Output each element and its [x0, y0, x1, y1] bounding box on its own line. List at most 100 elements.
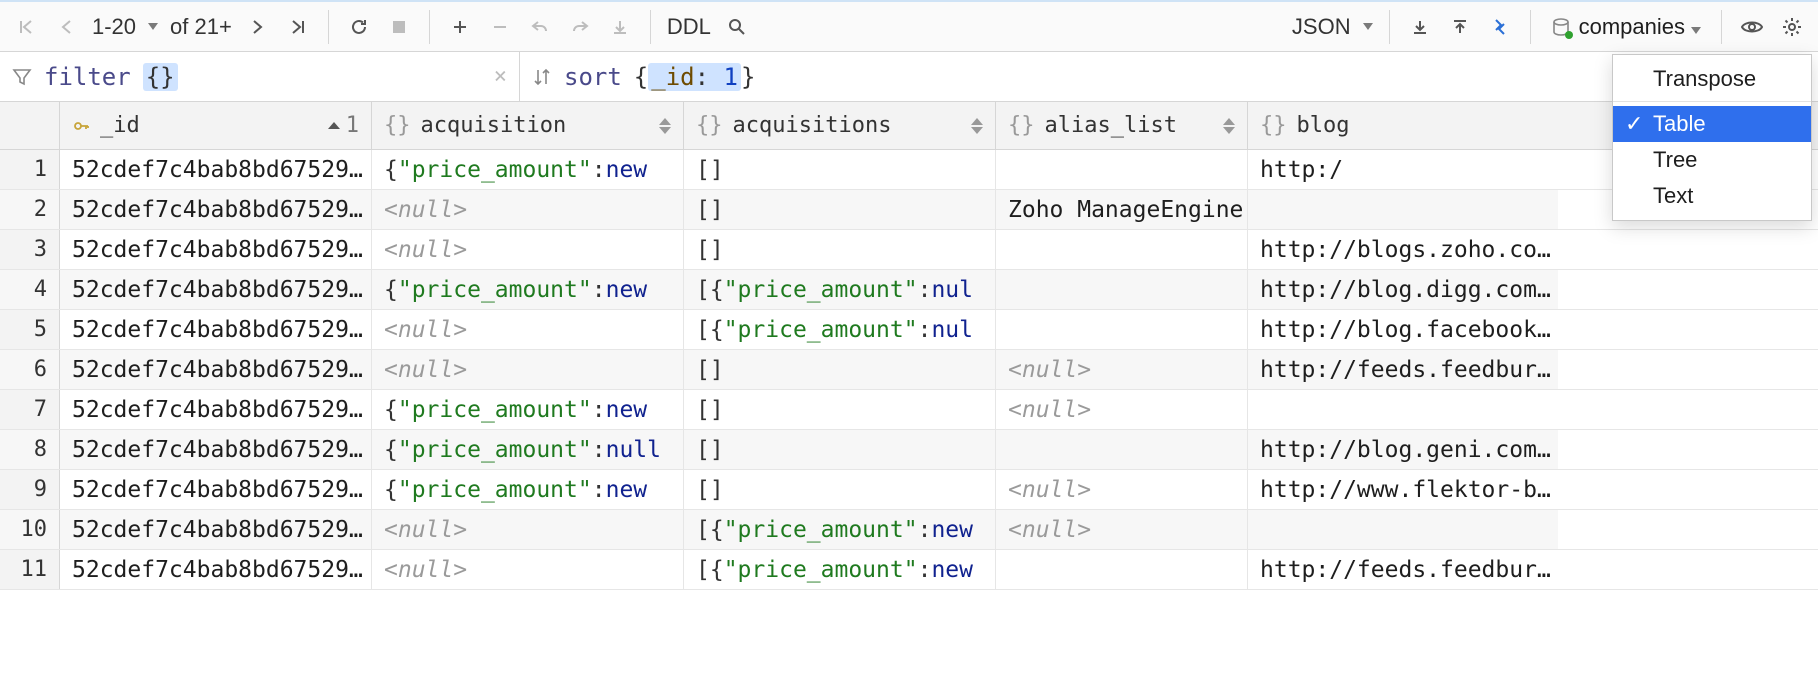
cell-alias-list[interactable] — [996, 150, 1248, 189]
cell-blog[interactable]: http://feeds.feedbur… — [1248, 350, 1558, 389]
import-button[interactable] — [1440, 7, 1480, 47]
row-number: 2 — [0, 190, 60, 229]
redo-button[interactable] — [560, 7, 600, 47]
table-row[interactable]: 1052cdef7c4bab8bd67529…<null>[{"price_am… — [0, 510, 1818, 550]
cell-alias-list[interactable] — [996, 310, 1248, 349]
cell-alias-list[interactable]: <null> — [996, 390, 1248, 429]
cell-blog[interactable]: http://blogs.zoho.co… — [1248, 230, 1558, 269]
cell-alias-list[interactable]: <null> — [996, 350, 1248, 389]
cell-alias-list[interactable]: Zoho ManageEngine — [996, 190, 1248, 229]
stop-button[interactable] — [379, 7, 419, 47]
datasource-select[interactable]: companies — [1541, 7, 1711, 47]
cell-id[interactable]: 52cdef7c4bab8bd67529… — [60, 430, 372, 469]
cell-id[interactable]: 52cdef7c4bab8bd67529… — [60, 270, 372, 309]
cell-id[interactable]: 52cdef7c4bab8bd67529… — [60, 310, 372, 349]
cell-acquisition[interactable]: {"price_amount": null — [372, 430, 684, 469]
cell-acquisition[interactable]: <null> — [372, 230, 684, 269]
cell-blog[interactable]: http://blog.facebook… — [1248, 310, 1558, 349]
cell-alias-list[interactable] — [996, 430, 1248, 469]
menu-item-table[interactable]: ✓ Table — [1613, 106, 1811, 142]
table-row[interactable]: 552cdef7c4bab8bd67529…<null>[{"price_amo… — [0, 310, 1818, 350]
cell-blog[interactable]: http:/ — [1248, 150, 1558, 189]
cell-alias-list[interactable] — [996, 270, 1248, 309]
cell-acquisition[interactable]: {"price_amount": new — [372, 270, 684, 309]
cell-alias-list[interactable]: <null> — [996, 470, 1248, 509]
database-icon — [1551, 17, 1571, 37]
cell-id[interactable]: 52cdef7c4bab8bd67529… — [60, 350, 372, 389]
cell-acquisitions[interactable]: [] — [684, 470, 996, 509]
cell-id[interactable]: 52cdef7c4bab8bd67529… — [60, 230, 372, 269]
cell-blog[interactable] — [1248, 510, 1558, 549]
menu-item-transpose[interactable]: Transpose — [1613, 61, 1811, 97]
last-page-button[interactable] — [278, 7, 318, 47]
clear-filter-button[interactable]: × — [494, 64, 507, 89]
first-page-button[interactable] — [6, 7, 46, 47]
table-row[interactable]: 652cdef7c4bab8bd67529…<null>[]<null>http… — [0, 350, 1818, 390]
cell-acquisition[interactable]: <null> — [372, 350, 684, 389]
cell-acquisitions[interactable]: [{"price_amount": nul — [684, 270, 996, 309]
cell-acquisition[interactable]: {"price_amount": new — [372, 470, 684, 509]
cell-alias-list[interactable]: <null> — [996, 510, 1248, 549]
cell-acquisitions[interactable]: [] — [684, 190, 996, 229]
table-row[interactable]: 952cdef7c4bab8bd67529…{"price_amount": n… — [0, 470, 1818, 510]
cell-acquisitions[interactable]: [{"price_amount": new — [684, 510, 996, 549]
ddl-button[interactable]: DDL — [661, 7, 717, 47]
cell-blog[interactable]: http://blog.geni.com… — [1248, 430, 1558, 469]
cell-id[interactable]: 52cdef7c4bab8bd67529… — [60, 390, 372, 429]
search-button[interactable] — [717, 7, 757, 47]
column-header-acquisitions[interactable]: {} acquisitions — [684, 102, 996, 149]
menu-item-tree[interactable]: Tree — [1613, 142, 1811, 178]
table-row[interactable]: 152cdef7c4bab8bd67529…{"price_amount": n… — [0, 150, 1818, 190]
table-row[interactable]: 1152cdef7c4bab8bd67529…<null>[{"price_am… — [0, 550, 1818, 590]
remove-row-button[interactable] — [480, 7, 520, 47]
cell-blog[interactable] — [1248, 190, 1558, 229]
cell-acquisitions[interactable]: [] — [684, 350, 996, 389]
cell-acquisition[interactable]: <null> — [372, 190, 684, 229]
cell-acquisitions[interactable]: [] — [684, 430, 996, 469]
cell-acquisition[interactable]: {"price_amount": new — [372, 390, 684, 429]
reload-button[interactable] — [339, 7, 379, 47]
cell-id[interactable]: 52cdef7c4bab8bd67529… — [60, 550, 372, 589]
cell-acquisition[interactable]: <null> — [372, 550, 684, 589]
cell-id[interactable]: 52cdef7c4bab8bd67529… — [60, 510, 372, 549]
cell-acquisition[interactable]: <null> — [372, 510, 684, 549]
page-range[interactable]: 1-20 — [86, 7, 164, 47]
cell-acquisitions[interactable]: [] — [684, 390, 996, 429]
cell-blog[interactable] — [1248, 390, 1558, 429]
cell-blog[interactable]: http://blog.digg.com… — [1248, 270, 1558, 309]
menu-item-text[interactable]: Text — [1613, 178, 1811, 214]
cell-id[interactable]: 52cdef7c4bab8bd67529… — [60, 190, 372, 229]
cell-id[interactable]: 52cdef7c4bab8bd67529… — [60, 150, 372, 189]
settings-button[interactable] — [1772, 7, 1812, 47]
undo-button[interactable] — [520, 7, 560, 47]
cell-acquisitions[interactable]: [{"price_amount": new — [684, 550, 996, 589]
next-page-button[interactable] — [238, 7, 278, 47]
cell-acquisition[interactable]: <null> — [372, 310, 684, 349]
add-row-button[interactable] — [440, 7, 480, 47]
compare-button[interactable] — [1480, 7, 1520, 47]
cell-alias-list[interactable] — [996, 230, 1248, 269]
cell-blog[interactable]: http://feeds.feedbur… — [1248, 550, 1558, 589]
table-row[interactable]: 752cdef7c4bab8bd67529…{"price_amount": n… — [0, 390, 1818, 430]
cell-id[interactable]: 52cdef7c4bab8bd67529… — [60, 470, 372, 509]
cell-acquisitions[interactable]: [] — [684, 150, 996, 189]
column-header-acquisition[interactable]: {} acquisition — [372, 102, 684, 149]
column-header-id[interactable]: _id 1 — [60, 102, 372, 149]
table-row[interactable]: 252cdef7c4bab8bd67529…<null>[]Zoho Manag… — [0, 190, 1818, 230]
column-header-blog[interactable]: {} blog — [1248, 102, 1558, 149]
filter-field[interactable]: filter {} × — [0, 52, 520, 101]
table-row[interactable]: 852cdef7c4bab8bd67529…{"price_amount": n… — [0, 430, 1818, 470]
table-row[interactable]: 452cdef7c4bab8bd67529…{"price_amount": n… — [0, 270, 1818, 310]
export-button[interactable] — [1400, 7, 1440, 47]
prev-page-button[interactable] — [46, 7, 86, 47]
cell-blog[interactable]: http://www.flektor-b… — [1248, 470, 1558, 509]
cell-acquisition[interactable]: {"price_amount": new — [372, 150, 684, 189]
cell-acquisitions[interactable]: [] — [684, 230, 996, 269]
table-row[interactable]: 352cdef7c4bab8bd67529…<null>[]http://blo… — [0, 230, 1818, 270]
column-header-alias-list[interactable]: {} alias_list — [996, 102, 1248, 149]
cell-acquisitions[interactable]: [{"price_amount": nul — [684, 310, 996, 349]
cell-alias-list[interactable] — [996, 550, 1248, 589]
commit-button[interactable] — [600, 7, 640, 47]
format-select[interactable]: JSON — [1286, 7, 1379, 47]
view-mode-button[interactable] — [1732, 7, 1772, 47]
